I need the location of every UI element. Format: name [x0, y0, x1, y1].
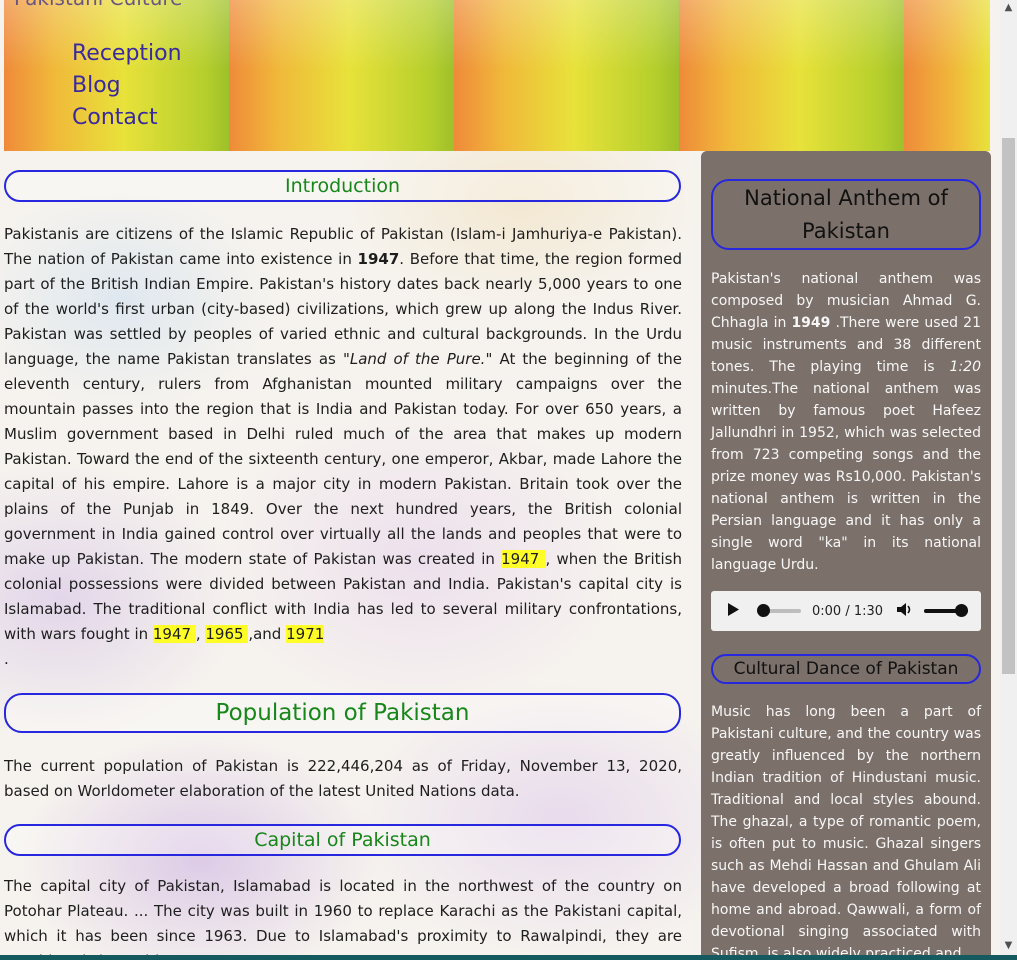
bottom-edge-bar: [0, 955, 1017, 960]
header-banner: Pakistani Culture Reception Blog Contact: [4, 0, 990, 151]
scrollbar-thumb[interactable]: [1002, 138, 1015, 674]
capital-paragraph: The capital city of Pakistan, Islamabad …: [4, 877, 682, 960]
section-heading-capital: Capital of Pakistan: [4, 824, 681, 856]
page: Pakistani Culture Reception Blog Contact…: [0, 0, 1000, 960]
scroll-down-icon[interactable]: ▼: [1000, 940, 1017, 951]
site-brand[interactable]: Pakistani Culture: [14, 0, 182, 10]
volume-slider[interactable]: [924, 604, 969, 617]
year-highlight: 1971: [286, 625, 325, 643]
sidebar-heading-dance: Cultural Dance of Pakistan: [711, 654, 981, 684]
nav-link-blog[interactable]: Blog: [72, 70, 182, 102]
introduction-paragraph: Pakistanis are citizens of the Islamic R…: [4, 225, 682, 668]
year-highlight: 1947: [501, 550, 546, 568]
section-heading-introduction: Introduction: [4, 170, 681, 202]
audio-player: 0:00 / 1:30: [711, 591, 981, 631]
sidebar-heading-anthem: National Anthem of Pakistan: [711, 179, 981, 250]
dance-paragraph: Music has long been a part of Pakistani …: [711, 704, 981, 960]
sidebar: National Anthem of Pakistan Pakistan's n…: [701, 151, 991, 960]
population-paragraph: The current population of Pakistan is 22…: [4, 757, 682, 800]
volume-icon[interactable]: [896, 602, 913, 621]
vertical-scrollbar[interactable]: ▲ ▼: [1000, 0, 1017, 960]
scroll-up-icon[interactable]: ▲: [1000, 2, 1017, 13]
audio-progress-slider[interactable]: [757, 604, 801, 617]
main-nav: Reception Blog Contact: [72, 38, 182, 134]
audio-time: 0:00 / 1:30: [812, 603, 884, 619]
nav-link-contact[interactable]: Contact: [72, 102, 182, 134]
year-highlight: 1947: [152, 625, 196, 643]
section-heading-population: Population of Pakistan: [4, 693, 681, 733]
year-highlight: 1965: [205, 625, 249, 643]
anthem-paragraph: Pakistan's national anthem was composed …: [711, 271, 981, 573]
nav-link-reception[interactable]: Reception: [72, 38, 182, 70]
main-content: Introduction Pakistanis are citizens of …: [4, 151, 682, 960]
play-icon[interactable]: [727, 602, 741, 621]
